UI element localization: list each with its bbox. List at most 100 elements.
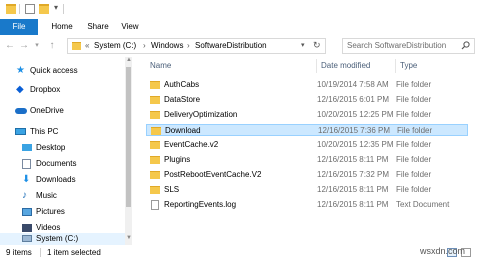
file-date: 12/16/2015 8:11 PM (317, 185, 389, 194)
pictures-icon (22, 208, 32, 216)
videos-icon (22, 224, 32, 232)
file-type: File folder (396, 80, 432, 89)
nav-item-this-pc[interactable]: This PC (0, 125, 125, 139)
breadcrumb-overflow[interactable]: « (85, 41, 89, 50)
nav-item-label: Desktop (36, 143, 66, 152)
file-row[interactable]: ReportingEvents.log 12/16/2015 8:11 PM Tex… (146, 199, 468, 211)
file-row[interactable]: EventCache.v2 10/20/2015 12:35 PM File fol… (146, 139, 468, 151)
scroll-up-icon[interactable]: ▲ (126, 57, 132, 63)
nav-item-dropbox[interactable]: ◆ Dropbox (0, 83, 125, 97)
file-row[interactable]: SLS 12/16/2015 8:11 PM File folder (146, 184, 468, 196)
nav-item-pictures[interactable]: Pictures (0, 205, 125, 219)
selection-count: 1 item selected (47, 248, 101, 257)
address-bar[interactable]: « System (C:) › Windows › SoftwareDistri… (67, 38, 326, 54)
file-date: 10/20/2015 12:25 PM (317, 110, 394, 119)
file-list: Name Date modified Type AuthCabs 10/19/20… (133, 57, 480, 245)
title-bar: ▾ (0, 0, 480, 19)
file-row[interactable]: PostRebootEventCache.V2 12/16/2015 7:32 P… (146, 169, 468, 181)
search-icon (461, 41, 470, 50)
file-date: 12/16/2015 8:11 PM (317, 200, 389, 209)
file-row[interactable]: AuthCabs 10/19/2014 7:58 AM File folder (146, 79, 468, 91)
chevron-down-icon[interactable]: ▾ (54, 3, 58, 12)
tab-home[interactable]: Home (44, 19, 80, 35)
desktop-icon (22, 144, 32, 151)
item-count: 9 items (6, 248, 32, 257)
properties-icon[interactable] (25, 4, 35, 14)
text-file-icon (151, 200, 159, 210)
file-type: File folder (397, 126, 433, 135)
nav-item-label: Documents (36, 159, 77, 168)
new-folder-icon[interactable] (39, 4, 49, 14)
file-type: File folder (396, 110, 432, 119)
column-header-name[interactable]: Name (146, 59, 317, 73)
divider (19, 4, 20, 14)
scroll-thumb[interactable] (126, 67, 131, 207)
breadcrumb-system-c[interactable]: System (C:) (94, 41, 136, 50)
recent-locations-chevron-icon[interactable]: ▾ (31, 39, 43, 53)
nav-item-downloads[interactable]: ⬇ Downloads (0, 173, 125, 187)
file-date: 12/16/2015 8:11 PM (317, 155, 389, 164)
folder-icon (150, 81, 160, 89)
folder-icon (6, 4, 16, 14)
scroll-down-icon[interactable]: ▼ (126, 235, 132, 241)
download-icon: ⬇ (22, 174, 31, 185)
file-row[interactable]: DeliveryOptimization 10/20/2015 12:25 PM F… (146, 109, 468, 121)
search-placeholder: Search SoftwareDistribution (347, 41, 447, 50)
nav-scrollbar[interactable]: ▲ ▼ (125, 57, 132, 245)
cloud-icon (15, 108, 27, 114)
breadcrumb-separator[interactable]: › (143, 41, 146, 50)
back-arrow-icon[interactable]: ← (4, 39, 16, 53)
breadcrumb-softwaredistribution[interactable]: SoftwareDistribution (195, 41, 267, 50)
file-date: 10/20/2015 12:35 PM (317, 140, 394, 149)
file-row[interactable]: DataStore 12/16/2015 6:01 PM File folder (146, 94, 468, 106)
file-type: File folder (396, 185, 432, 194)
file-name: EventCache.v2 (164, 140, 219, 149)
file-name: PostRebootEventCache.V2 (164, 170, 262, 179)
column-header-type[interactable]: Type (396, 59, 471, 73)
search-input[interactable]: Search SoftwareDistribution (342, 38, 475, 54)
nav-item-label: OneDrive (30, 106, 64, 115)
file-row[interactable]: Download 12/16/2015 7:36 PM File folder (146, 124, 468, 136)
nav-item-desktop[interactable]: Desktop (0, 141, 125, 155)
drive-icon (22, 235, 32, 242)
dropbox-icon: ◆ (16, 84, 24, 95)
tab-share[interactable]: Share (82, 19, 114, 35)
nav-item-music[interactable]: ♪ Music (0, 189, 125, 203)
forward-arrow-icon[interactable]: → (18, 39, 30, 53)
column-header-date[interactable]: Date modified (317, 59, 396, 73)
nav-item-label: Music (36, 191, 57, 200)
folder-icon (150, 111, 160, 119)
file-date: 12/16/2015 7:32 PM (317, 170, 390, 179)
file-date: 10/19/2014 7:58 AM (317, 80, 389, 89)
file-name: DataStore (164, 95, 201, 104)
file-type: File folder (396, 140, 432, 149)
file-date: 12/16/2015 6:01 PM (317, 95, 390, 104)
nav-item-label: Dropbox (30, 85, 61, 94)
file-name: ReportingEvents.log (164, 200, 237, 209)
up-arrow-icon[interactable]: ↑ (46, 39, 58, 53)
breadcrumb-separator[interactable]: › (187, 41, 190, 50)
star-icon: ★ (16, 65, 25, 76)
file-name: DeliveryOptimization (164, 110, 238, 119)
nav-item-label: Pictures (36, 207, 65, 216)
file-name: Plugins (164, 155, 191, 164)
file-row[interactable]: Plugins 12/16/2015 8:11 PM File folder (146, 154, 468, 166)
divider (63, 4, 64, 14)
tab-view[interactable]: View (117, 19, 143, 35)
nav-item-label: Quick access (30, 66, 78, 75)
computer-icon (15, 128, 26, 135)
ribbon-tabs: File Home Share View (0, 19, 480, 36)
file-name: AuthCabs (164, 80, 200, 89)
address-dropdown-icon[interactable]: ▾ (301, 41, 305, 49)
file-name: SLS (164, 185, 180, 194)
watermark: wsxdn.com (420, 246, 466, 256)
nav-item-system-c[interactable]: System (C:) (0, 233, 125, 245)
breadcrumb-windows[interactable]: Windows (151, 41, 183, 50)
folder-icon (150, 141, 160, 149)
nav-item-onedrive[interactable]: OneDrive (0, 104, 125, 118)
refresh-icon[interactable]: ↻ (313, 40, 321, 51)
nav-item-quick-access[interactable]: ★ Quick access (0, 64, 125, 78)
tab-file[interactable]: File (0, 19, 38, 35)
file-type: File folder (396, 170, 432, 179)
nav-item-documents[interactable]: Documents (0, 157, 125, 171)
